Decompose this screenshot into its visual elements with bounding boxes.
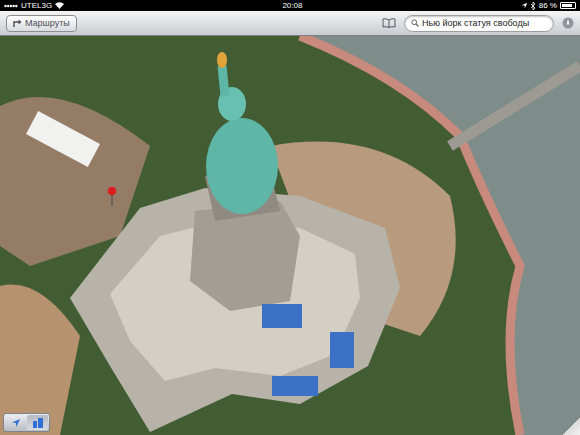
status-left: UTEL3G (4, 0, 64, 11)
toolbar: Маршруты Нью йорк статуя свободы (0, 11, 580, 36)
clock: 20:08 (282, 0, 302, 11)
flyover-button[interactable] (27, 415, 48, 430)
wifi-icon (55, 2, 64, 9)
location-button[interactable] (5, 415, 26, 430)
carrier-label: UTEL3G (21, 0, 52, 11)
directions-button[interactable]: Маршруты (6, 15, 77, 32)
buildings-icon (32, 417, 44, 428)
search-field[interactable]: Нью йорк статуя свободы (404, 15, 554, 32)
map-view[interactable] (0, 36, 580, 435)
bluetooth-icon (531, 2, 536, 10)
page-curl[interactable] (562, 417, 580, 435)
magnifier-icon (411, 19, 419, 27)
location-services-icon (521, 2, 528, 9)
map-controls (3, 413, 50, 432)
status-bar: UTEL3G 20:08 86 % (0, 0, 580, 11)
signal-icon (4, 3, 18, 9)
location-arrow-icon (11, 418, 21, 428)
flyover-map-image (0, 36, 580, 435)
status-right: 86 % (521, 0, 576, 11)
turn-arrow-icon (13, 19, 22, 27)
battery-icon (560, 2, 576, 9)
map-pin[interactable] (107, 186, 117, 206)
bookmarks-button[interactable] (382, 18, 396, 28)
compass-icon (562, 17, 574, 29)
tracking-button[interactable] (562, 17, 574, 29)
battery-percent: 86 % (539, 0, 557, 11)
book-icon (382, 18, 396, 28)
pin-icon (107, 186, 117, 206)
search-text: Нью йорк статуя свободы (422, 18, 529, 28)
maps-screen: UTEL3G 20:08 86 % Маршруты Нью йорк статуя с… (0, 0, 580, 435)
